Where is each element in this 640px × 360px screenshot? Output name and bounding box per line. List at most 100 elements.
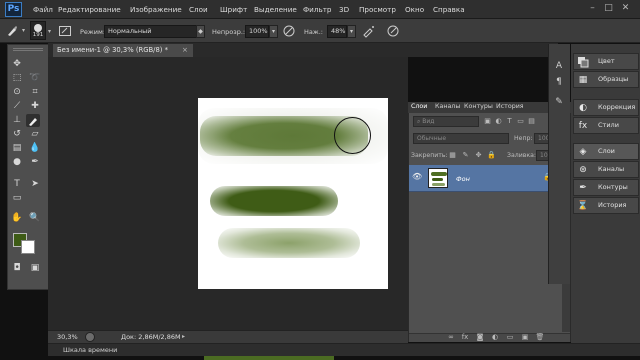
dodge-tool-icon[interactable]: ● bbox=[10, 156, 24, 169]
pressure-opacity-icon[interactable] bbox=[282, 24, 296, 38]
brush-stroke-2 bbox=[210, 186, 338, 216]
new-adjustment-layer-icon[interactable]: ◐ bbox=[490, 333, 500, 342]
lock-pixels-icon[interactable]: ✎ bbox=[461, 151, 470, 160]
brush-stroke-3 bbox=[218, 228, 360, 258]
clone-stamp-tool-icon[interactable]: ⊥ bbox=[10, 114, 24, 127]
flow-chevron-icon[interactable]: ▾ bbox=[347, 25, 356, 38]
brush-panel-toggle-icon[interactable] bbox=[58, 24, 72, 38]
filter-pixel-icon[interactable]: ▣ bbox=[483, 117, 492, 126]
styles-icon: fx bbox=[578, 121, 588, 131]
menu-window[interactable]: Окно bbox=[405, 5, 424, 14]
eyedropper-tool-icon[interactable]: ⟋ bbox=[10, 100, 24, 113]
gradient-tool-icon[interactable]: ▤ bbox=[10, 142, 24, 155]
marquee-tool-icon[interactable]: ⬚ bbox=[10, 72, 24, 85]
type-tool-icon[interactable]: T bbox=[10, 178, 24, 191]
crop-tool-icon[interactable]: ⌗ bbox=[28, 86, 42, 99]
status-bar bbox=[48, 330, 408, 343]
new-layer-icon[interactable]: ▣ bbox=[520, 333, 530, 342]
paragraph-panel-icon[interactable]: ¶ bbox=[553, 76, 565, 88]
close-window-button[interactable]: ✕ bbox=[619, 3, 632, 14]
eraser-tool-icon[interactable]: ▱ bbox=[28, 128, 42, 141]
bottom-video-strip bbox=[204, 356, 334, 360]
quick-mask-icon[interactable]: ◘ bbox=[10, 262, 24, 275]
menu-select[interactable]: Выделение bbox=[254, 5, 297, 14]
eye-visibility-icon[interactable]: 👁 bbox=[412, 172, 422, 181]
color-icon bbox=[577, 56, 589, 68]
lock-transparency-icon[interactable]: ▦ bbox=[448, 151, 457, 160]
timeline-panel-bar bbox=[48, 343, 640, 356]
status-info-icon[interactable] bbox=[85, 332, 95, 342]
background-color-swatch[interactable] bbox=[21, 240, 35, 254]
pen-tool-icon[interactable]: ✒ bbox=[28, 156, 42, 169]
link-layers-icon[interactable]: ∞ bbox=[446, 333, 456, 342]
lock-label: Закрепить: bbox=[411, 152, 448, 159]
history-icon: ⌛ bbox=[577, 201, 589, 211]
close-document-icon[interactable]: × bbox=[182, 46, 188, 54]
mode-label: Режим: bbox=[80, 28, 106, 36]
layer-opacity-label: Непр: bbox=[514, 135, 533, 142]
status-menu-chevron-icon[interactable]: ▸ bbox=[182, 333, 185, 340]
filter-shape-icon[interactable]: ▭ bbox=[516, 117, 525, 126]
menu-3d[interactable]: 3D bbox=[339, 5, 349, 14]
menu-view[interactable]: Просмотр bbox=[359, 5, 396, 14]
menu-image[interactable]: Изображение bbox=[130, 5, 182, 14]
character-panel-icon[interactable]: A bbox=[553, 60, 565, 72]
brush-tool-icon[interactable] bbox=[26, 114, 40, 127]
tab-layers[interactable]: Слои bbox=[411, 103, 427, 110]
brush-presets-icon[interactable]: ✎ bbox=[553, 96, 565, 108]
delete-layer-icon[interactable]: 🗑 bbox=[535, 333, 545, 342]
move-tool-icon[interactable]: ✥ bbox=[10, 58, 24, 71]
brush-size-picker[interactable]: 191 bbox=[30, 21, 46, 40]
menu-layers[interactable]: Слои bbox=[189, 5, 208, 14]
timeline-label[interactable]: Шкала времени bbox=[63, 346, 117, 354]
mode-select[interactable]: Нормальный bbox=[104, 25, 200, 38]
document-tab[interactable]: Без имени-1 @ 30,3% (RGB/8) * bbox=[52, 43, 194, 57]
lasso-tool-icon[interactable]: ➰ bbox=[28, 72, 42, 85]
zoom-tool-icon[interactable]: 🔍 bbox=[28, 212, 42, 225]
menu-filter[interactable]: Фильтр bbox=[303, 5, 331, 14]
opacity-input[interactable]: 100% bbox=[245, 25, 269, 38]
menu-edit[interactable]: Редактирование bbox=[58, 5, 121, 14]
tab-paths[interactable]: Контуры bbox=[464, 103, 493, 110]
menu-file[interactable]: Файл bbox=[33, 5, 53, 14]
layer-kind-filter[interactable]: ⌕ Вид bbox=[413, 116, 479, 127]
mode-select-chevron-icon[interactable]: ◆ bbox=[196, 25, 205, 38]
lock-position-icon[interactable]: ✥ bbox=[474, 151, 483, 160]
filter-smart-object-icon[interactable]: ▤ bbox=[527, 117, 536, 126]
screen-mode-icon[interactable]: ▣ bbox=[28, 262, 42, 275]
menu-type[interactable]: Шрифт bbox=[220, 5, 247, 14]
tab-channels[interactable]: Каналы bbox=[435, 103, 460, 110]
layer-style-icon[interactable]: fx bbox=[460, 333, 470, 342]
blur-tool-icon[interactable]: 💧 bbox=[28, 142, 42, 155]
brush-tool-preset-icon[interactable] bbox=[5, 24, 19, 38]
menu-help[interactable]: Справка bbox=[433, 5, 465, 14]
quick-select-tool-icon[interactable]: ⊙ bbox=[10, 86, 24, 99]
blend-mode-select[interactable]: Обычные bbox=[413, 133, 509, 144]
path-selection-tool-icon[interactable]: ➤ bbox=[28, 178, 42, 191]
new-group-icon[interactable]: ▭ bbox=[505, 333, 515, 342]
chevron-down-icon[interactable]: ▾ bbox=[22, 27, 25, 34]
zoom-level[interactable]: 30,3% bbox=[57, 333, 78, 341]
photoshop-logo: Ps bbox=[5, 2, 22, 17]
channels-icon: ⊛ bbox=[579, 165, 587, 175]
tab-history[interactable]: История bbox=[496, 103, 524, 110]
airbrush-icon[interactable] bbox=[362, 24, 376, 38]
chevron-down-icon[interactable]: ▾ bbox=[48, 28, 51, 35]
layer-name[interactable]: Фон bbox=[456, 175, 470, 183]
add-mask-icon[interactable]: ◙ bbox=[475, 333, 485, 342]
shape-tool-icon[interactable]: ▭ bbox=[10, 192, 24, 205]
filter-type-icon[interactable]: T bbox=[505, 117, 514, 126]
healing-brush-tool-icon[interactable]: ✚ bbox=[28, 100, 42, 113]
opacity-chevron-icon[interactable]: ▾ bbox=[269, 25, 278, 38]
hand-tool-icon[interactable]: ✋ bbox=[10, 212, 24, 225]
tools-panel-grip[interactable] bbox=[13, 48, 43, 51]
pressure-size-icon[interactable] bbox=[386, 24, 400, 38]
history-brush-tool-icon[interactable]: ↺ bbox=[10, 128, 24, 141]
minimize-button[interactable]: – bbox=[586, 3, 599, 14]
adjustments-icon: ◐ bbox=[579, 103, 587, 113]
filter-adjustment-icon[interactable]: ◐ bbox=[494, 117, 503, 126]
maximize-button[interactable]: □ bbox=[602, 3, 615, 14]
flow-input[interactable]: 48% bbox=[327, 25, 347, 38]
fill-label: Заливка: bbox=[507, 152, 536, 159]
lock-all-icon[interactable]: 🔒 bbox=[487, 151, 496, 160]
